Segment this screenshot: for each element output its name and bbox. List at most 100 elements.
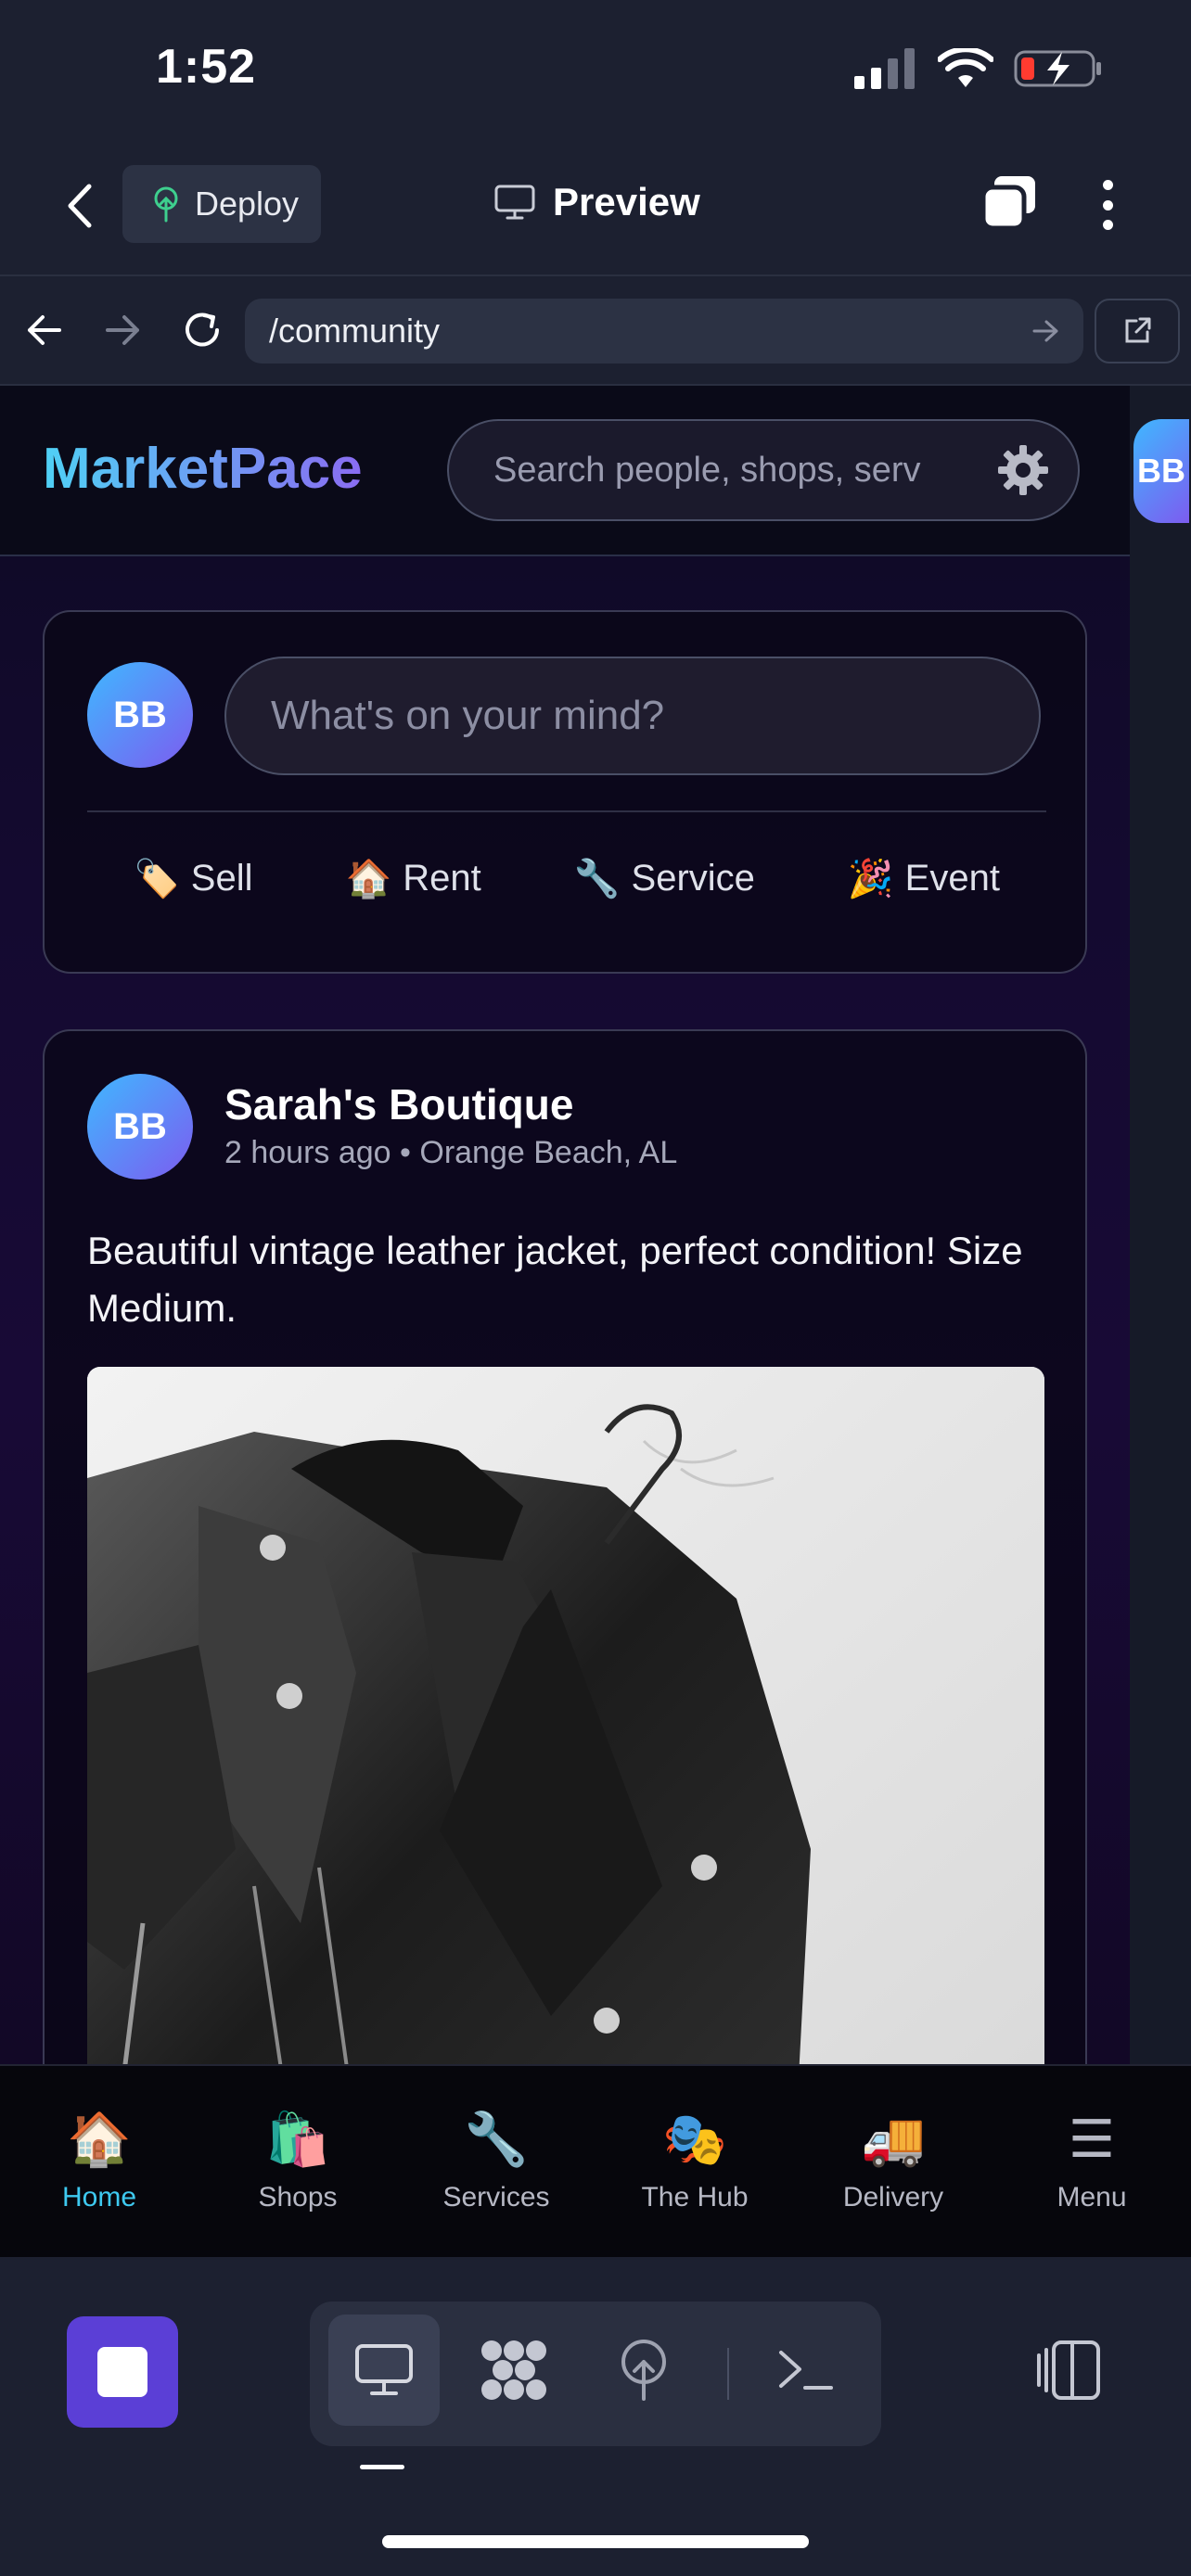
service-button[interactable]: 🔧 Service bbox=[574, 857, 755, 900]
back-button[interactable] bbox=[58, 176, 100, 236]
hamburger-menu-icon: ☰ bbox=[1068, 2110, 1116, 2168]
post-author-avatar[interactable]: BB bbox=[87, 1074, 193, 1180]
deploy-icon bbox=[154, 186, 178, 223]
nav-delivery-label: Delivery bbox=[842, 2182, 944, 2213]
monitor-icon bbox=[494, 185, 535, 220]
nav-the-hub[interactable]: 🎭 The Hub bbox=[607, 2110, 783, 2213]
stop-icon bbox=[97, 2347, 147, 2397]
deploy-tool-button[interactable] bbox=[588, 2315, 699, 2426]
battery-charging-icon bbox=[1014, 50, 1101, 87]
leather-jacket-photo bbox=[87, 1367, 1044, 2064]
post-text: Beautiful vintage leather jacket, perfec… bbox=[87, 1229, 1023, 1330]
url-input[interactable]: /community bbox=[245, 299, 1083, 363]
reload-icon bbox=[186, 312, 219, 347]
app-toolbar: Deploy Preview bbox=[0, 139, 1191, 274]
ide-bottom-bar bbox=[0, 2257, 1191, 2576]
arrow-left-icon bbox=[28, 315, 61, 345]
wrench-icon: 🔧 bbox=[464, 2110, 529, 2168]
external-link-icon bbox=[1125, 317, 1151, 343]
sell-button[interactable]: 🏷️ Sell bbox=[134, 857, 253, 900]
browser-back-button[interactable] bbox=[19, 304, 70, 356]
party-popper-icon: 🎉 bbox=[847, 859, 894, 899]
price-tag-icon: 🏷️ bbox=[133, 859, 180, 899]
chevron-left-icon bbox=[68, 184, 92, 228]
reload-button[interactable] bbox=[176, 304, 228, 356]
status-time: 1:52 bbox=[156, 40, 257, 94]
profile-avatar[interactable]: BB bbox=[1133, 419, 1189, 523]
browser-forward-button[interactable] bbox=[96, 304, 148, 356]
wifi-icon bbox=[938, 48, 993, 87]
wrench-icon: 🔧 bbox=[573, 859, 621, 899]
side-panel-icon bbox=[1037, 2340, 1100, 2400]
site-logo[interactable]: MarketPace bbox=[43, 436, 363, 502]
preview-label: Preview bbox=[553, 180, 700, 223]
nav-the-hub-label: The Hub bbox=[641, 2182, 749, 2213]
nav-services[interactable]: 🔧 Services bbox=[408, 2110, 584, 2213]
active-tool-indicator bbox=[360, 2465, 404, 2469]
divider bbox=[87, 810, 1046, 812]
event-button[interactable]: 🎉 Event bbox=[848, 857, 1000, 900]
nav-menu-label: Menu bbox=[1057, 2182, 1127, 2213]
home-indicator bbox=[382, 2535, 809, 2548]
arrow-right-icon bbox=[106, 315, 139, 345]
side-strip bbox=[1130, 386, 1191, 2064]
stop-button[interactable] bbox=[67, 2316, 178, 2428]
post-author-name[interactable]: Sarah's Boutique bbox=[224, 1079, 573, 1129]
nav-home[interactable]: 🏠 Home bbox=[11, 2110, 187, 2213]
kebab-dot bbox=[1102, 199, 1113, 210]
event-label: Event bbox=[904, 858, 1000, 899]
avatar[interactable]: BB bbox=[87, 662, 193, 768]
terminal-icon bbox=[779, 2351, 833, 2390]
deploy-button[interactable]: Deploy bbox=[122, 165, 321, 243]
home-icon: 🏠 bbox=[67, 2110, 132, 2168]
nav-menu[interactable]: ☰ Menu bbox=[1004, 2110, 1180, 2213]
status-input[interactable]: What's on your mind? bbox=[224, 657, 1041, 775]
url-text: /community bbox=[269, 312, 441, 350]
webview: MarketPace Search people, shops, serv BB… bbox=[0, 386, 1130, 2064]
deploy-icon bbox=[621, 2340, 666, 2401]
status-bar: 1:52 bbox=[0, 0, 1191, 139]
nav-shops-label: Shops bbox=[258, 2182, 338, 2213]
service-label: Service bbox=[631, 858, 755, 899]
kebab-dot bbox=[1102, 180, 1113, 190]
tabs-button[interactable] bbox=[980, 172, 1039, 232]
more-options-button[interactable] bbox=[1091, 172, 1124, 237]
agent-tool-button[interactable] bbox=[458, 2315, 570, 2426]
cellular-signal-icon bbox=[854, 48, 915, 89]
nav-shops[interactable]: 🛍️ Shops bbox=[210, 2110, 386, 2213]
go-arrow-icon[interactable] bbox=[1031, 319, 1059, 343]
theater-masks-icon: 🎭 bbox=[662, 2110, 727, 2168]
search-input[interactable]: Search people, shops, serv bbox=[447, 419, 1080, 521]
delivery-truck-icon: 🚚 bbox=[861, 2110, 926, 2168]
sell-label: Sell bbox=[190, 858, 253, 899]
preview-tool-button[interactable] bbox=[328, 2315, 440, 2426]
monitor-icon bbox=[355, 2344, 413, 2395]
nav-delivery[interactable]: 🚚 Delivery bbox=[805, 2110, 981, 2213]
shell-tool-button[interactable] bbox=[749, 2315, 861, 2426]
settings-gear-icon[interactable] bbox=[996, 443, 1050, 497]
rent-label: Rent bbox=[403, 858, 481, 899]
composer-actions: 🏷️ Sell 🏠 Rent 🔧 Service 🎉 Event bbox=[87, 857, 1046, 900]
deploy-label: Deploy bbox=[195, 185, 300, 223]
feed-post: BB Sarah's Boutique 2 hours ago • Orange… bbox=[43, 1029, 1087, 2064]
rent-button[interactable]: 🏠 Rent bbox=[345, 857, 480, 900]
browser-url-bar: /community bbox=[0, 274, 1191, 386]
status-icons bbox=[854, 48, 1103, 89]
post-composer: BB What's on your mind? 🏷️ Sell 🏠 Rent 🔧… bbox=[43, 610, 1087, 974]
tool-switcher bbox=[310, 2302, 881, 2446]
tabs-icon bbox=[980, 176, 1035, 231]
nav-services-label: Services bbox=[442, 2182, 550, 2213]
nav-home-label: Home bbox=[61, 2182, 137, 2213]
house-icon: 🏠 bbox=[345, 859, 392, 899]
post-image[interactable] bbox=[87, 1367, 1044, 2064]
kebab-dot bbox=[1102, 220, 1113, 230]
agent-icon bbox=[481, 2340, 546, 2400]
search-placeholder: Search people, shops, serv bbox=[493, 450, 921, 490]
shopping-bags-icon: 🛍️ bbox=[265, 2110, 330, 2168]
preview-title: Preview bbox=[493, 180, 700, 224]
tool-separator bbox=[727, 2348, 729, 2400]
site-header: MarketPace Search people, shops, serv bbox=[0, 386, 1130, 556]
open-external-button[interactable] bbox=[1095, 299, 1180, 363]
post-meta: 2 hours ago • Orange Beach, AL bbox=[224, 1135, 678, 1170]
side-panel-button[interactable] bbox=[1030, 2333, 1104, 2407]
